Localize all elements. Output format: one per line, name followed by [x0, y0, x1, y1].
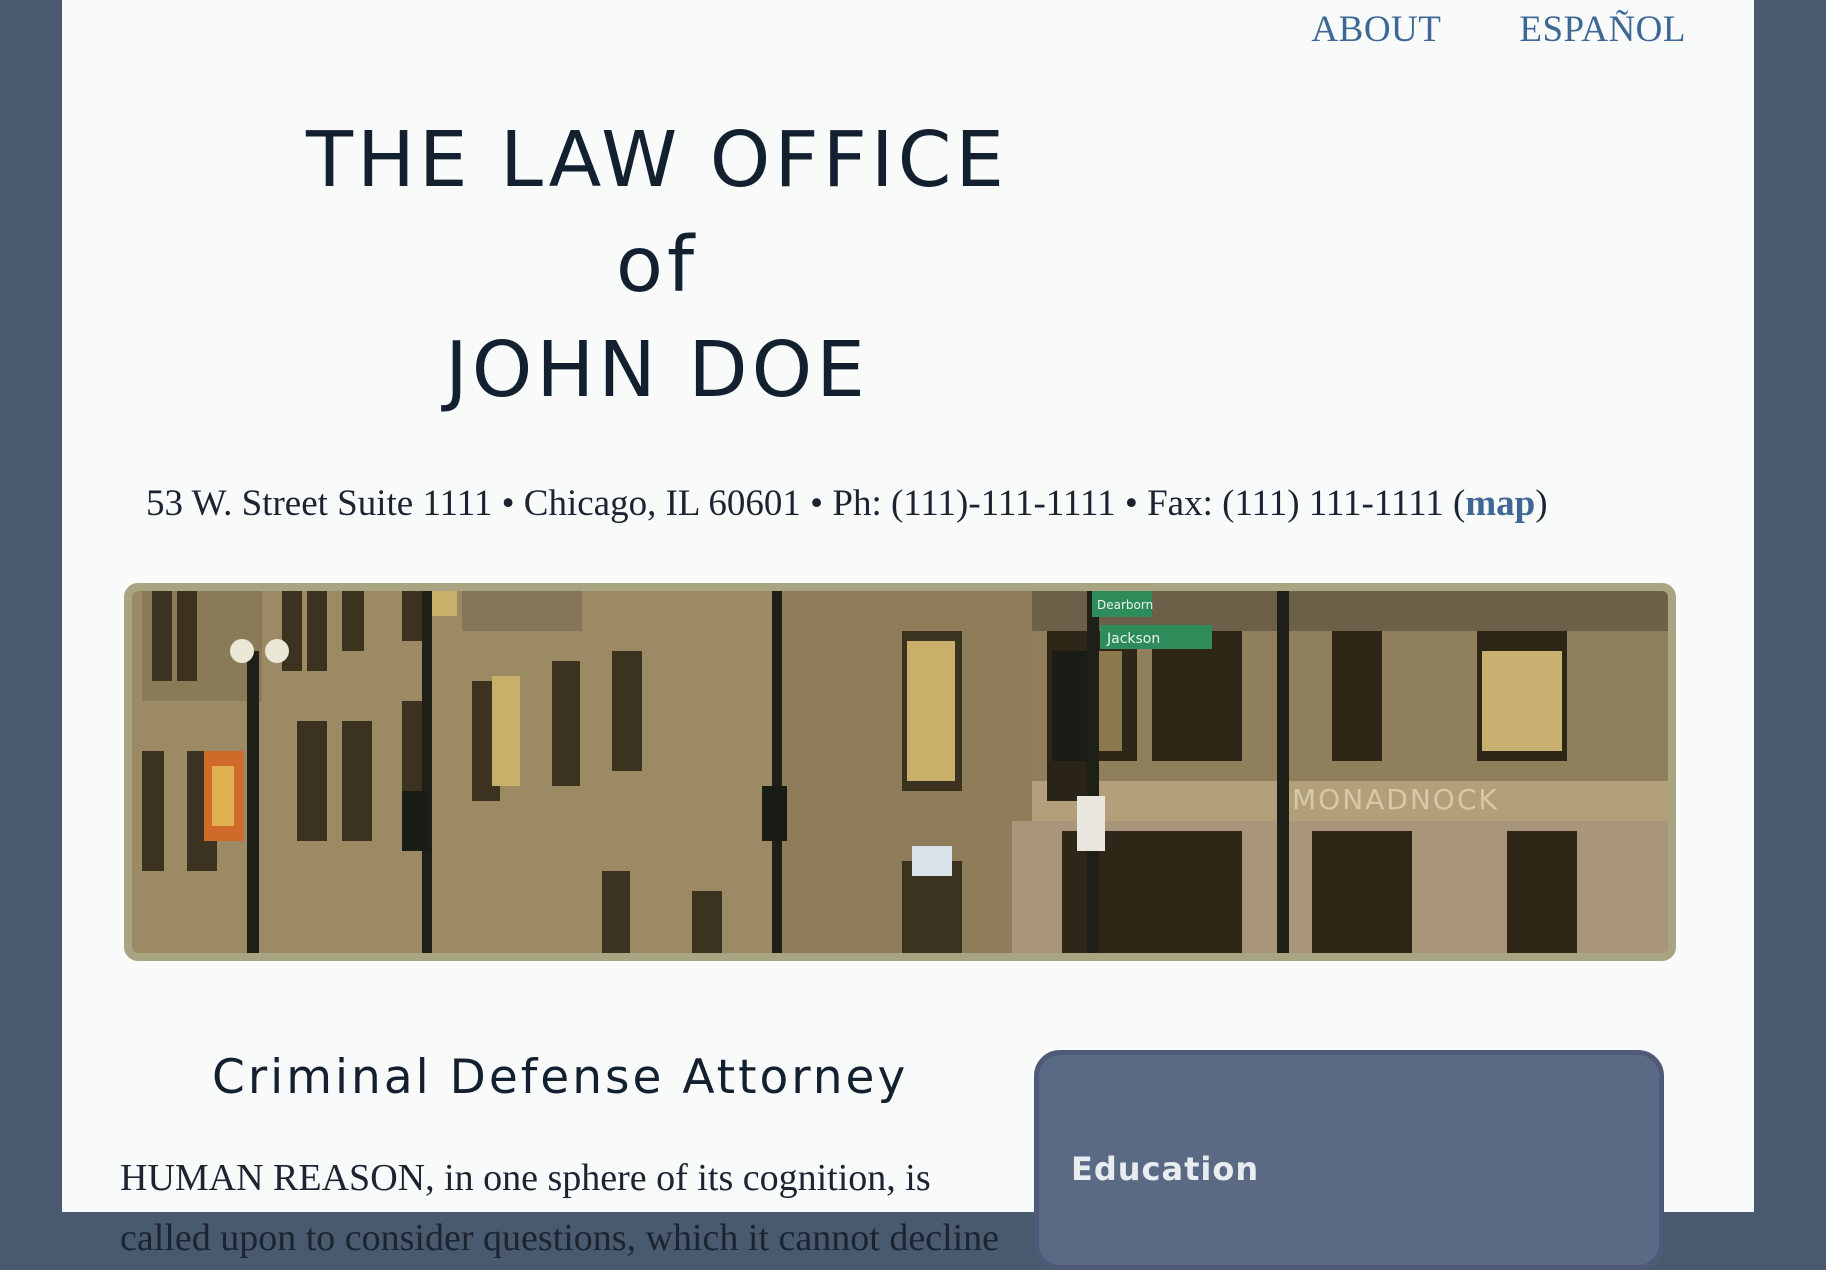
- street-scene-illustration: MONADNOCK Dearborn Jackson: [132, 591, 1668, 953]
- intro-paragraph: HUMAN REASON, in one sphere of its cogni…: [120, 1157, 1000, 1259]
- address-text: 53 W. Street Suite 1111 • Chicago, IL 60…: [146, 483, 1466, 524]
- map-link[interactable]: map: [1465, 483, 1535, 524]
- firm-title-line-1: THE LAW OFFICE: [305, 116, 1009, 205]
- address-close-paren: ): [1535, 483, 1548, 524]
- building-lettering: MONADNOCK: [1292, 783, 1499, 816]
- firm-title-line-3: JOHN DOE: [445, 326, 869, 415]
- nav-espanol-link[interactable]: ESPAÑOL: [1519, 8, 1686, 51]
- contact-address: 53 W. Street Suite 1111 • Chicago, IL 60…: [146, 482, 1548, 525]
- street-sign-dearborn: Dearborn: [1097, 598, 1153, 612]
- top-nav: ABOUT ESPAÑOL: [1311, 8, 1686, 51]
- education-card: Education: [1034, 1050, 1664, 1270]
- section-heading: Criminal Defense Attorney: [212, 1050, 909, 1105]
- hero-image: MONADNOCK Dearborn Jackson: [124, 583, 1676, 961]
- firm-title: THE LAW OFFICE of JOHN DOE: [252, 108, 1062, 423]
- street-sign-jackson: Jackson: [1106, 631, 1160, 647]
- page: ABOUT ESPAÑOL THE LAW OFFICE of JOHN DOE…: [62, 0, 1754, 1270]
- firm-title-line-2: of: [615, 221, 699, 310]
- education-card-title: Education: [1071, 1150, 1260, 1188]
- nav-about-link[interactable]: ABOUT: [1311, 8, 1441, 51]
